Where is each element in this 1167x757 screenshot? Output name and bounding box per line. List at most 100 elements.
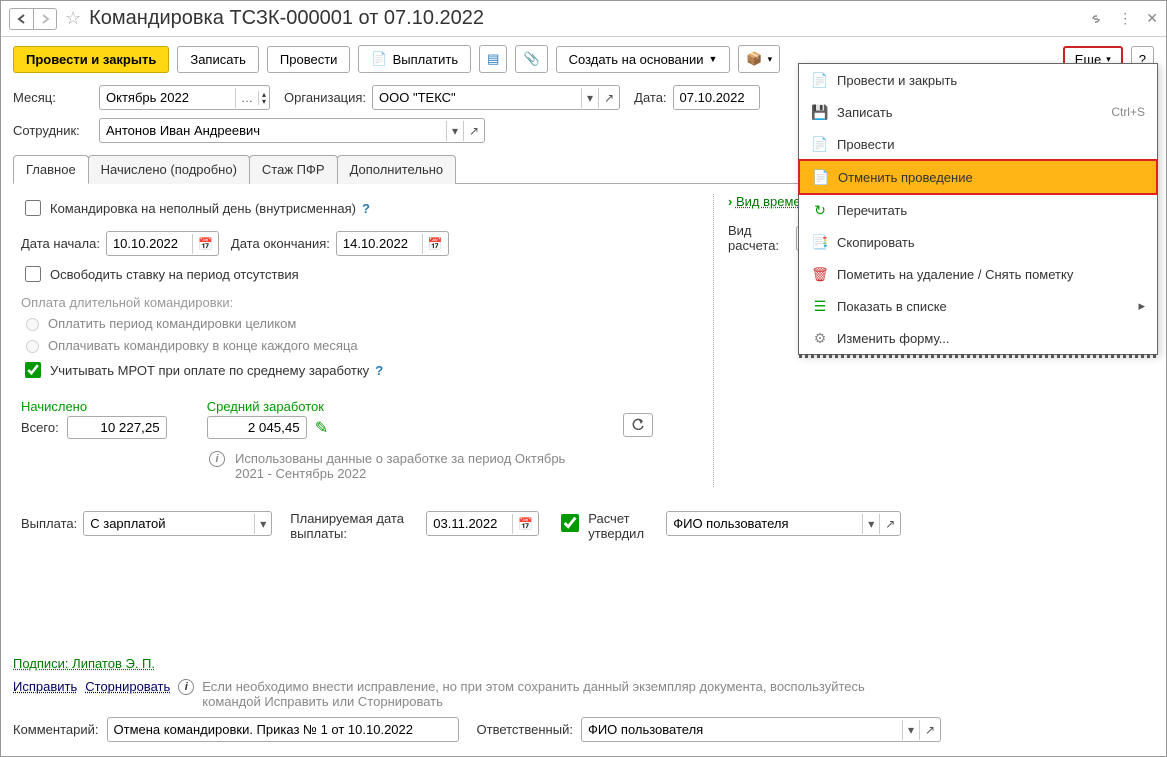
date-input[interactable] xyxy=(674,86,759,109)
avg-input[interactable] xyxy=(207,416,307,439)
post-and-close-button[interactable]: Провести и закрыть xyxy=(13,46,169,73)
org-input[interactable] xyxy=(373,86,581,109)
nav-forward-button[interactable] xyxy=(33,8,57,30)
menu-change-form[interactable]: ⚙ Изменить форму... xyxy=(799,322,1157,354)
comment-input[interactable] xyxy=(108,718,458,741)
help-icon[interactable]: ? xyxy=(362,201,370,216)
payout-input[interactable] xyxy=(84,512,254,535)
emp-dropdown[interactable]: ▾ xyxy=(446,121,463,141)
menu-copy[interactable]: 📑 Скопировать xyxy=(799,226,1157,258)
pay-button[interactable]: 📄 Выплатить xyxy=(358,45,471,73)
menu-cancel-post[interactable]: 📄 Отменить проведение xyxy=(798,159,1158,195)
month-label: Месяц: xyxy=(13,90,93,105)
help-icon[interactable]: ? xyxy=(375,363,383,378)
refresh-button[interactable] xyxy=(623,413,653,437)
menu-reread-label: Перечитать xyxy=(837,203,907,218)
menu-mark-delete[interactable]: 🗑 Пометить на удаление / Снять пометку xyxy=(799,258,1157,290)
mrot-checkbox[interactable] xyxy=(25,362,41,378)
resp-open[interactable]: ↗ xyxy=(919,720,940,740)
link-icon[interactable] xyxy=(1088,11,1104,27)
chevron-down-icon: ▼ xyxy=(709,54,718,64)
menu-post[interactable]: 📄 Провести xyxy=(799,128,1157,160)
org-dropdown[interactable]: ▾ xyxy=(581,88,598,108)
approved-by-input[interactable] xyxy=(667,512,862,535)
attach-button[interactable]: 📎 xyxy=(515,45,547,73)
favorite-star-icon[interactable]: ☆ xyxy=(65,8,81,29)
copy-icon: 📑 xyxy=(811,233,829,251)
end-date-input[interactable] xyxy=(337,232,422,255)
month-down[interactable]: ▾ xyxy=(259,98,269,105)
save-button[interactable]: Записать xyxy=(177,46,259,73)
refresh-icon xyxy=(631,418,645,432)
planned-date-picker[interactable]: 📅 xyxy=(512,514,538,534)
emp-open[interactable]: ↗ xyxy=(463,121,484,141)
approved-open[interactable]: ↗ xyxy=(879,514,900,534)
month-pick-button[interactable]: … xyxy=(235,88,258,108)
fix-link[interactable]: Исправить xyxy=(13,679,77,694)
menu-mark-delete-label: Пометить на удаление / Снять пометку xyxy=(837,267,1073,282)
nav-back-button[interactable] xyxy=(9,8,33,30)
chevron-down-icon: ▾ xyxy=(768,54,773,65)
list-icon: ☰ xyxy=(811,297,829,315)
pay-whole-label: Оплатить период командировки целиком xyxy=(48,316,296,331)
resp-input[interactable] xyxy=(582,718,902,741)
menu-show-list-label: Показать в списке xyxy=(837,299,947,314)
storno-link[interactable]: Сторнировать xyxy=(85,679,170,694)
menu-post-close-label: Провести и закрыть xyxy=(837,73,957,88)
kebab-icon[interactable]: ⋮ xyxy=(1118,10,1132,27)
month-input[interactable] xyxy=(100,86,235,109)
signatures-link[interactable]: Подписи: Липатов Э. П. xyxy=(13,656,155,671)
create-based-label: Создать на основании xyxy=(569,52,704,67)
post-icon: 📄 xyxy=(811,135,829,153)
doc-icon-button[interactable]: ▤ xyxy=(479,45,507,73)
approved-dropdown[interactable]: ▾ xyxy=(862,514,879,534)
end-date-picker[interactable]: 📅 xyxy=(422,234,448,254)
start-date-input[interactable] xyxy=(107,232,192,255)
tab-main[interactable]: Главное xyxy=(13,155,89,184)
tab-pfr[interactable]: Стаж ПФР xyxy=(249,155,338,184)
create-based-button[interactable]: Создать на основании ▼ xyxy=(556,46,731,73)
resp-label: Ответственный: xyxy=(477,722,573,737)
free-rate-checkbox[interactable] xyxy=(25,266,41,282)
approved-label: Расчет утвердил xyxy=(588,511,648,541)
save-icon: 💾 xyxy=(811,103,829,121)
clip-icon: 📎 xyxy=(523,51,539,67)
start-date-picker[interactable]: 📅 xyxy=(192,234,218,254)
planned-date-input[interactable] xyxy=(427,512,512,535)
post-button[interactable]: Провести xyxy=(267,46,351,73)
info-icon: i xyxy=(209,451,225,467)
emp-input[interactable] xyxy=(100,119,446,142)
menu-save-kbd: Ctrl+S xyxy=(1111,105,1145,119)
submenu-arrow-icon: ▸ xyxy=(1138,298,1145,314)
emp-label: Сотрудник: xyxy=(13,123,93,138)
pay-icon: 📄 xyxy=(371,51,387,67)
tab-extra[interactable]: Дополнительно xyxy=(337,155,457,184)
pencil-icon[interactable]: ✎ xyxy=(315,418,328,438)
info-text: Использованы данные о заработке за перио… xyxy=(235,451,595,481)
payout-dropdown[interactable]: ▾ xyxy=(254,514,271,534)
org-open[interactable]: ↗ xyxy=(598,88,619,108)
start-date-label: Дата начала: xyxy=(21,236,100,251)
box-plus-icon: 📦 xyxy=(746,51,762,67)
mrot-label: Учитывать МРОТ при оплате по среднему за… xyxy=(50,363,369,378)
pay-whole-radio xyxy=(26,318,39,331)
cancel-post-icon: 📄 xyxy=(812,168,830,186)
form-icon: ⚙ xyxy=(811,329,829,347)
org-label: Организация: xyxy=(284,90,366,105)
resp-dropdown[interactable]: ▾ xyxy=(902,720,919,740)
extra-dropdown-button[interactable]: 📦 ▾ xyxy=(738,45,780,73)
tab-accrued[interactable]: Начислено (подробно) xyxy=(88,155,250,184)
partial-day-checkbox[interactable] xyxy=(25,200,41,216)
info-icon: i xyxy=(178,679,194,695)
close-icon[interactable]: ✕ xyxy=(1146,10,1158,27)
approved-checkbox[interactable] xyxy=(561,514,579,532)
total-label: Всего: xyxy=(21,420,59,435)
menu-show-list[interactable]: ☰ Показать в списке ▸ xyxy=(799,290,1157,322)
menu-change-form-label: Изменить форму... xyxy=(837,331,950,346)
total-input[interactable] xyxy=(67,416,167,439)
menu-save[interactable]: 💾 Записать Ctrl+S xyxy=(799,96,1157,128)
expand-arrow-icon[interactable]: › xyxy=(728,194,732,209)
arrow-left-icon xyxy=(17,14,27,24)
menu-post-close[interactable]: 📄 Провести и закрыть xyxy=(799,64,1157,96)
menu-reread[interactable]: ↻ Перечитать xyxy=(799,194,1157,226)
